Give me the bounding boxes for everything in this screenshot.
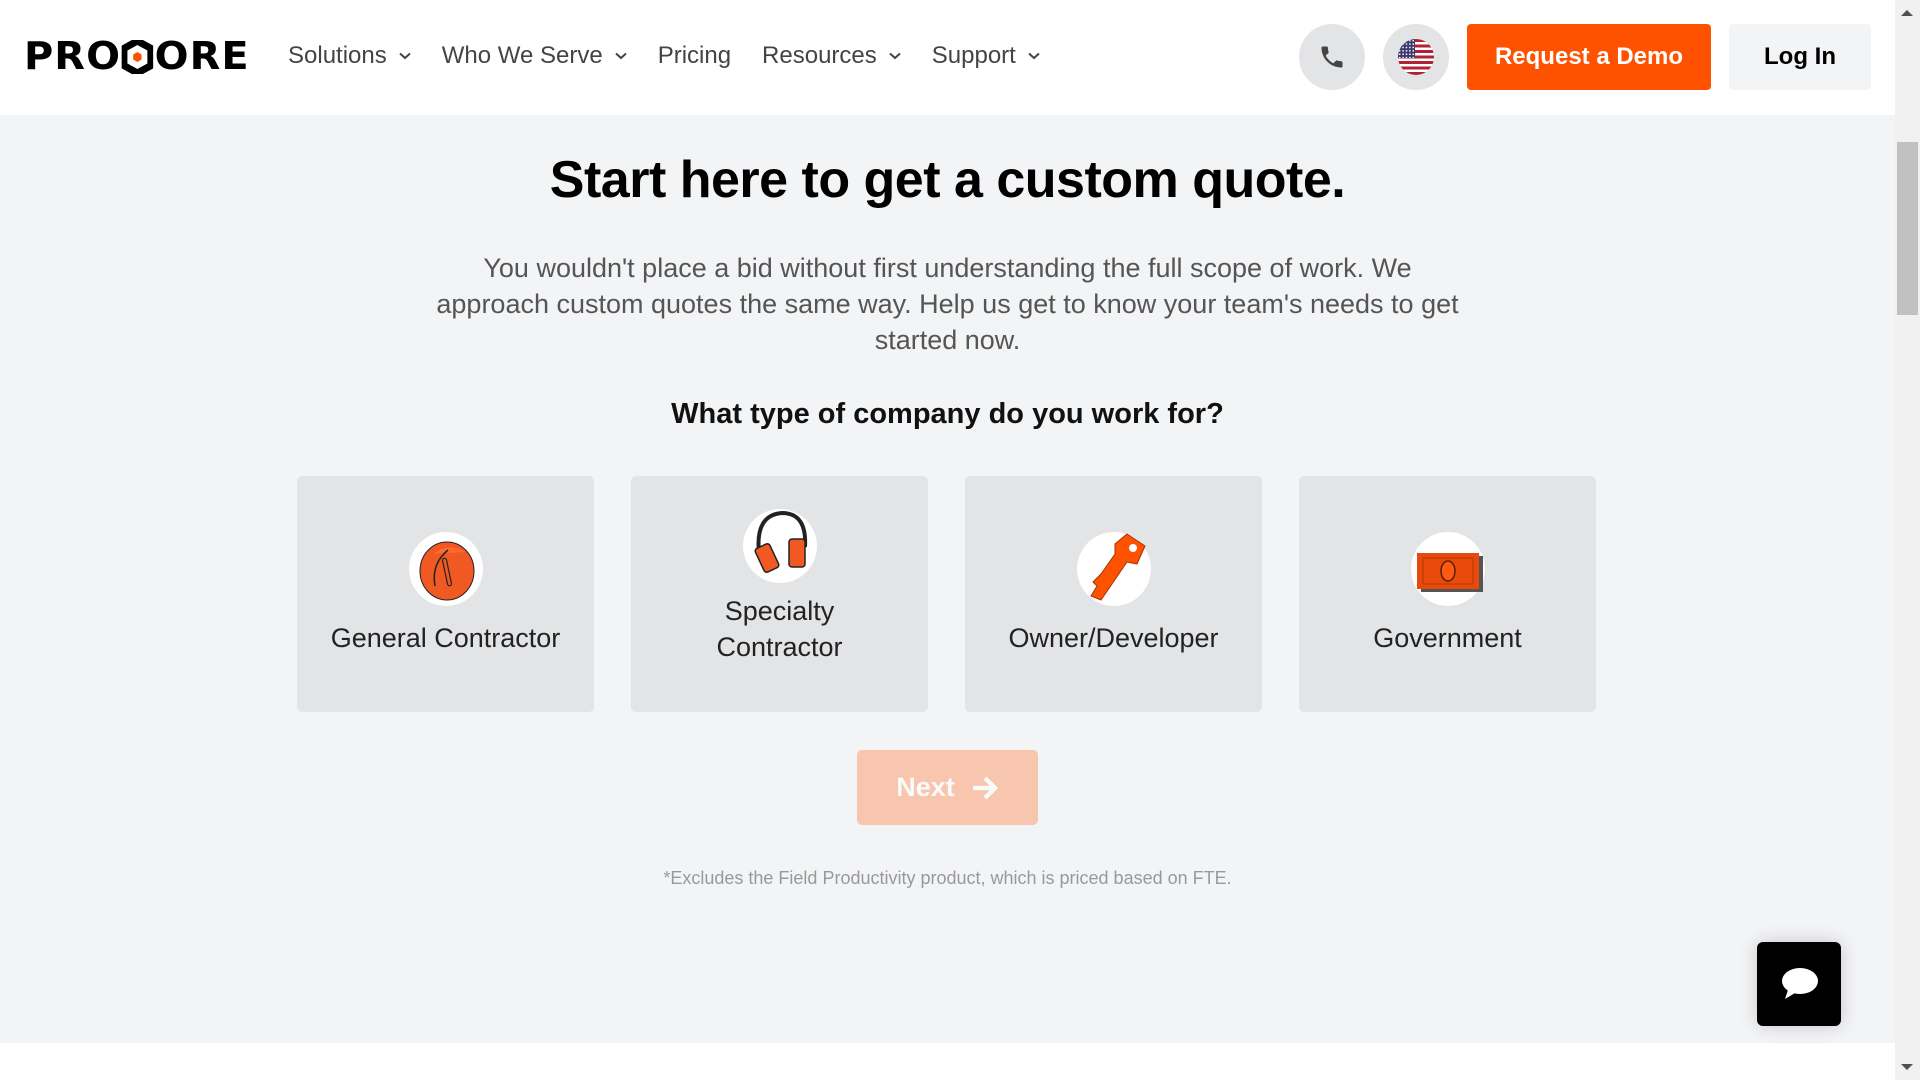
request-demo-button[interactable]: Request a Demo: [1467, 24, 1711, 90]
arrow-right-icon: [972, 775, 998, 800]
scrollbar-thumb[interactable]: [1897, 142, 1918, 315]
chat-button[interactable]: [1757, 942, 1841, 1026]
chevron-down-icon: [399, 52, 411, 60]
login-button[interactable]: Log In: [1729, 24, 1871, 90]
chat-bubble-icon: [1782, 968, 1818, 999]
option-specialty-contractor[interactable]: Specialty Contractor: [631, 476, 928, 712]
option-label: Owner/Developer: [1008, 623, 1219, 653]
next-button[interactable]: Next: [857, 750, 1038, 825]
procore-logo[interactable]: PRO ORE: [24, 34, 250, 78]
option-label: General Contractor: [330, 623, 561, 653]
chevron-down-icon: [615, 52, 627, 60]
company-type-question: What type of company do you work for?: [671, 398, 1224, 430]
nav-who-we-serve-label: Who We Serve: [441, 42, 603, 69]
option-label: Specialty Contractor: [716, 596, 843, 662]
option-owner-developer[interactable]: Owner/Developer: [965, 476, 1262, 712]
nav-support[interactable]: Support: [932, 42, 1040, 70]
hard-hat-icon: [408, 532, 483, 606]
chevron-down-icon: [889, 52, 901, 60]
logo-text-ore: ORE: [154, 34, 250, 78]
site-header: PRO ORE Solutions Who We Serve Pricing R…: [0, 0, 1895, 115]
next-label: Next: [896, 772, 955, 802]
nav-support-label: Support: [931, 42, 1016, 69]
chevron-down-icon: [1028, 52, 1040, 60]
phone-icon: [1321, 46, 1343, 68]
nav-resources-label: Resources: [762, 42, 877, 69]
scroll-down-arrow-icon[interactable]: [1901, 1064, 1913, 1070]
phone-button[interactable]: [1299, 24, 1365, 90]
nav-pricing-label: Pricing: [657, 42, 732, 69]
nav-pricing[interactable]: Pricing: [658, 42, 731, 70]
ear-muffs-icon: [742, 509, 817, 583]
logo-hex-icon: [120, 36, 156, 78]
intro-text: You wouldn't place a bid without first u…: [436, 253, 1459, 355]
nav-resources[interactable]: Resources: [762, 42, 901, 70]
nav-who-we-serve[interactable]: Who We Serve: [442, 42, 627, 70]
key-icon: [1076, 532, 1151, 606]
page-footer-edge: [0, 1043, 1895, 1080]
locale-button[interactable]: [1383, 24, 1449, 90]
nav-solutions-label: Solutions: [288, 42, 387, 69]
company-type-options: General Contractor Specialty Contractor …: [297, 476, 1596, 712]
us-flag-icon: [1398, 39, 1434, 75]
dollar-bill-icon: [1410, 532, 1485, 606]
page-title: Start here to get a custom quote.: [549, 151, 1346, 209]
nav-solutions[interactable]: Solutions: [288, 42, 411, 70]
pricing-footnote: *Excludes the Field Productivity product…: [663, 868, 1232, 888]
scroll-up-arrow-icon[interactable]: [1901, 10, 1913, 16]
main-nav: Solutions Who We Serve Pricing Resources…: [288, 36, 1071, 76]
option-general-contractor[interactable]: General Contractor: [297, 476, 594, 712]
option-government[interactable]: Government: [1299, 476, 1596, 712]
option-label: Government: [1373, 623, 1522, 653]
vertical-scrollbar[interactable]: [1895, 0, 1920, 1080]
logo-text-pro: PRO: [24, 34, 122, 78]
